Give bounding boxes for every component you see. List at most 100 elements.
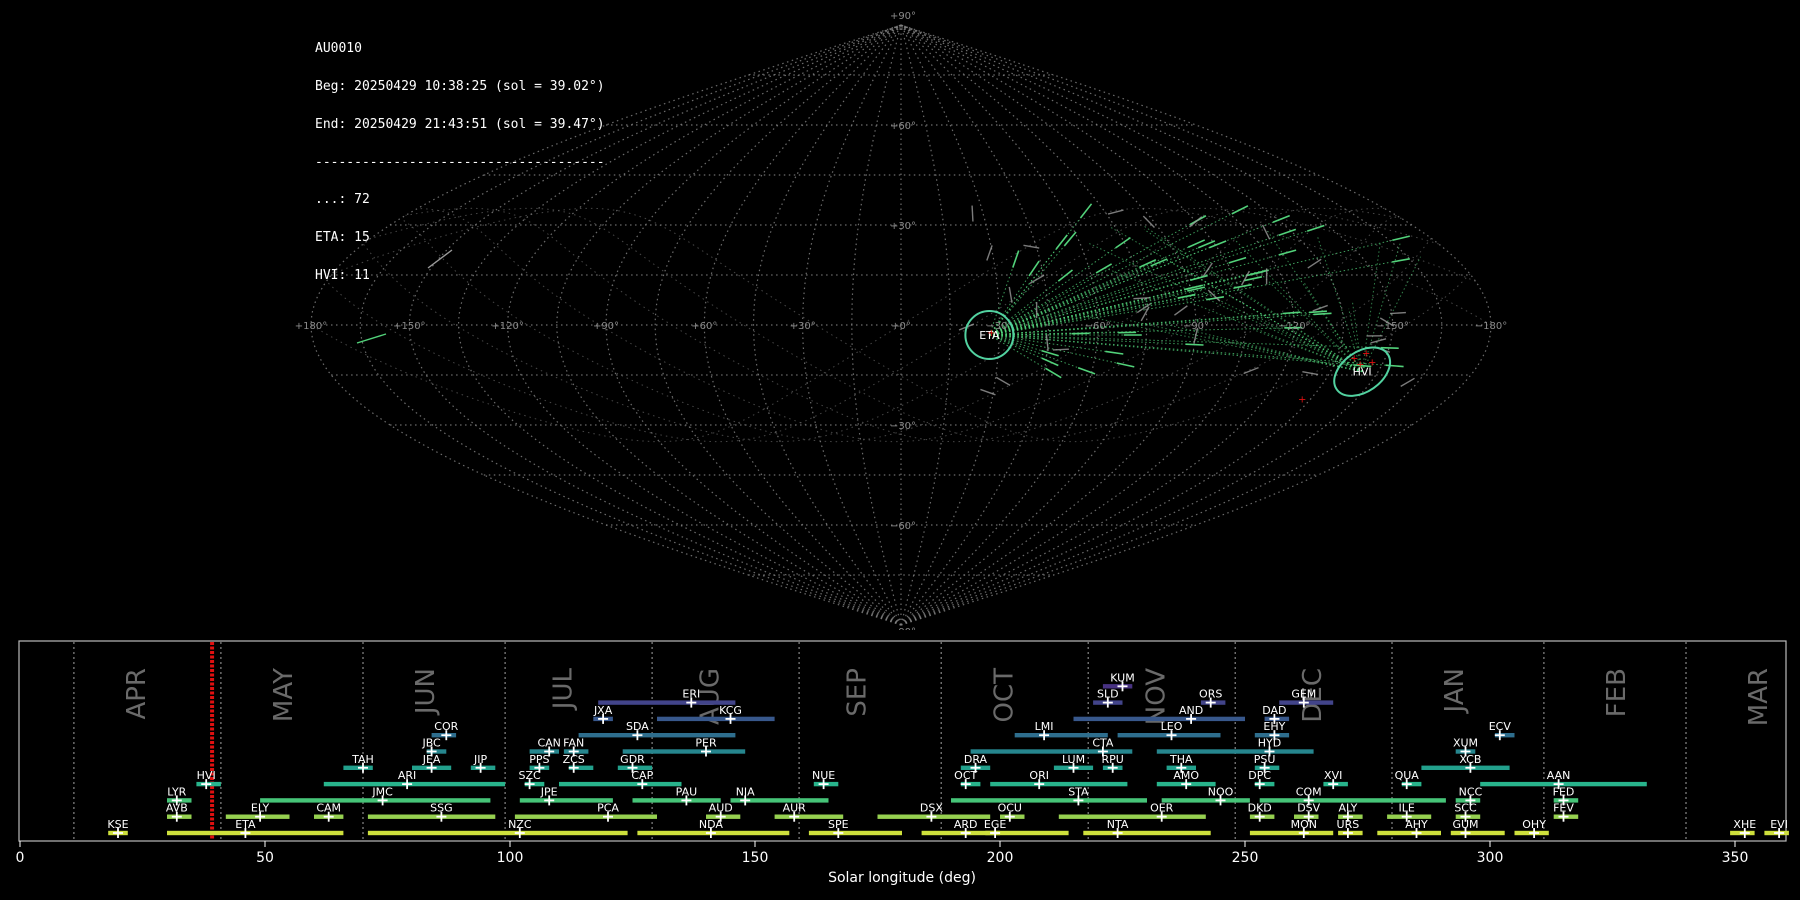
sporadic-meteor-trail (1241, 270, 1250, 286)
meteor-trail (1063, 231, 1077, 247)
shower-label-jmc: JMC (371, 785, 393, 798)
shower-bar-sda (578, 733, 736, 738)
month-label-jan: JAN (1440, 668, 1470, 714)
month-label-oct: OCT (989, 668, 1019, 723)
sporadic-meteor-trail (980, 388, 996, 396)
shower-bar-nda (637, 830, 790, 836)
shower-bar-ege (985, 830, 1069, 836)
meteor-trail (1313, 312, 1332, 316)
shower-label-ege: EGE (984, 818, 1006, 831)
shower-label-pps: PPS (529, 753, 549, 766)
lon-tick-label: +120° (491, 321, 523, 332)
shower-label-ncc: NCC (1459, 785, 1483, 798)
hvi-backtrace-line (1232, 237, 1363, 373)
meteor-trail (1228, 256, 1247, 264)
shower-label-scc: SCC (1454, 802, 1477, 815)
lon-tick-label: −180° (1475, 321, 1507, 332)
month-label-sep: SEP (842, 668, 872, 717)
shower-label-fev: FEV (1553, 802, 1574, 815)
shower-label-gum: GUM (1452, 818, 1478, 831)
shower-bar-ari (323, 781, 506, 787)
meteor-trail (1012, 250, 1020, 268)
lon-tick-label: +150° (393, 321, 425, 332)
shower-bar-eri (598, 700, 736, 705)
shower-bar-scc (1455, 814, 1481, 819)
lat-tick-label: +90° (890, 11, 916, 22)
shower-label-aan: AAN (1547, 769, 1571, 782)
shower-label-ssg: SSG (430, 802, 453, 815)
month-label-dec: DEC (1298, 668, 1328, 723)
shower-label-noo: NOO (1208, 785, 1234, 798)
lon-tick-label: −150° (1376, 321, 1408, 332)
shower-label-gdr: GDR (620, 753, 645, 766)
meteor-trail (1272, 214, 1290, 223)
shower-bar-ahy (1377, 830, 1441, 836)
shower-bar-fev (1553, 814, 1579, 819)
month-separators: APR MAY JUN JUL AUG SEP OCT NOV DEC JAN FEB MAR (73, 642, 1774, 840)
shower-bar-mon (1249, 830, 1334, 836)
hvi-backtrace-line (1267, 230, 1363, 372)
shower-label-eri: ERI (682, 688, 700, 701)
shower-label-aly: ALY (1338, 802, 1357, 815)
shower-bar-hyd (1156, 749, 1314, 754)
shower-bar-rpu (1102, 765, 1123, 770)
shower-label-oct: OCT (954, 769, 977, 782)
sporadic-meteor-trail (1029, 274, 1045, 284)
shower-bar-dsx (877, 814, 991, 819)
meteor-trail (1139, 259, 1157, 268)
meteor-trail (1079, 203, 1093, 219)
shower-label-mon: MON (1291, 818, 1317, 831)
shower-bar-xcb (1421, 765, 1510, 770)
shower-label-pca: PCA (597, 802, 619, 815)
lat-tick-label: −60° (890, 521, 916, 532)
shower-bar-lyr (167, 798, 192, 803)
shower-label-avb: AVB (166, 802, 188, 815)
shower-bar-dkd (1249, 814, 1275, 819)
hvi-backtrace-line (1361, 256, 1422, 372)
sporadic-meteor-trail (986, 245, 993, 261)
shower-bar-oct (960, 781, 981, 787)
shower-bar-kcg (657, 716, 775, 722)
shower-label-ohy: OHY (1522, 818, 1546, 831)
shower-label-psu: PSU (1254, 753, 1276, 766)
shower-label-fed: FED (1553, 785, 1575, 798)
x-tick-label: 350 (1722, 850, 1749, 866)
shower-bar-nzc (367, 830, 628, 836)
shower-label-kcg: KCG (719, 704, 742, 717)
sporadic-meteor-trail (1400, 377, 1415, 388)
shower-label-xvi: XVI (1324, 769, 1342, 782)
shower-bar-psu (1254, 765, 1280, 770)
shower-label-nue: NUE (812, 769, 835, 782)
shower-label-dad: DAD (1262, 704, 1286, 717)
shower-label-ocu: OCU (998, 802, 1022, 815)
shower-bar-jxa (593, 716, 613, 722)
shower-label-jpe: JPE (540, 785, 558, 798)
sporadic-meteor-trail (1389, 311, 1406, 315)
shower-label-qua: QUA (1395, 769, 1420, 782)
shower-bar-dsv (1294, 814, 1319, 819)
meridian-line (900, 24, 1000, 626)
radiant-point-marker: + (1356, 360, 1364, 371)
shower-bar-urs (1338, 830, 1363, 836)
lon-tick-label: +60° (691, 321, 717, 332)
shower-label-kse: KSE (107, 818, 128, 831)
shower-label-amo: AMO (1173, 769, 1199, 782)
shower-bar-gum (1450, 830, 1505, 836)
x-tick-label: 200 (987, 850, 1014, 866)
shower-bar-kse (108, 830, 128, 836)
shower-bar-jpe (519, 798, 613, 803)
shower-bar-jea (412, 765, 452, 770)
shower-label-kum: KUM (1110, 671, 1134, 684)
shower-bar-gdr (617, 765, 653, 770)
shower-label-lyr: LYR (167, 785, 186, 798)
sporadic-meteor-trail (1312, 304, 1328, 312)
shower-bar-nue (813, 781, 839, 787)
shower-bar-ori (990, 781, 1128, 787)
meteor-trail (1308, 310, 1327, 314)
shower-label-evi: EVI (1770, 818, 1788, 831)
lat-tick-label: −90° (890, 627, 916, 630)
shower-bar-zcs (568, 765, 594, 770)
lon-tick-label: −120° (1278, 321, 1310, 332)
meteor-trail (1077, 366, 1096, 375)
shower-bar-fan (563, 749, 589, 754)
